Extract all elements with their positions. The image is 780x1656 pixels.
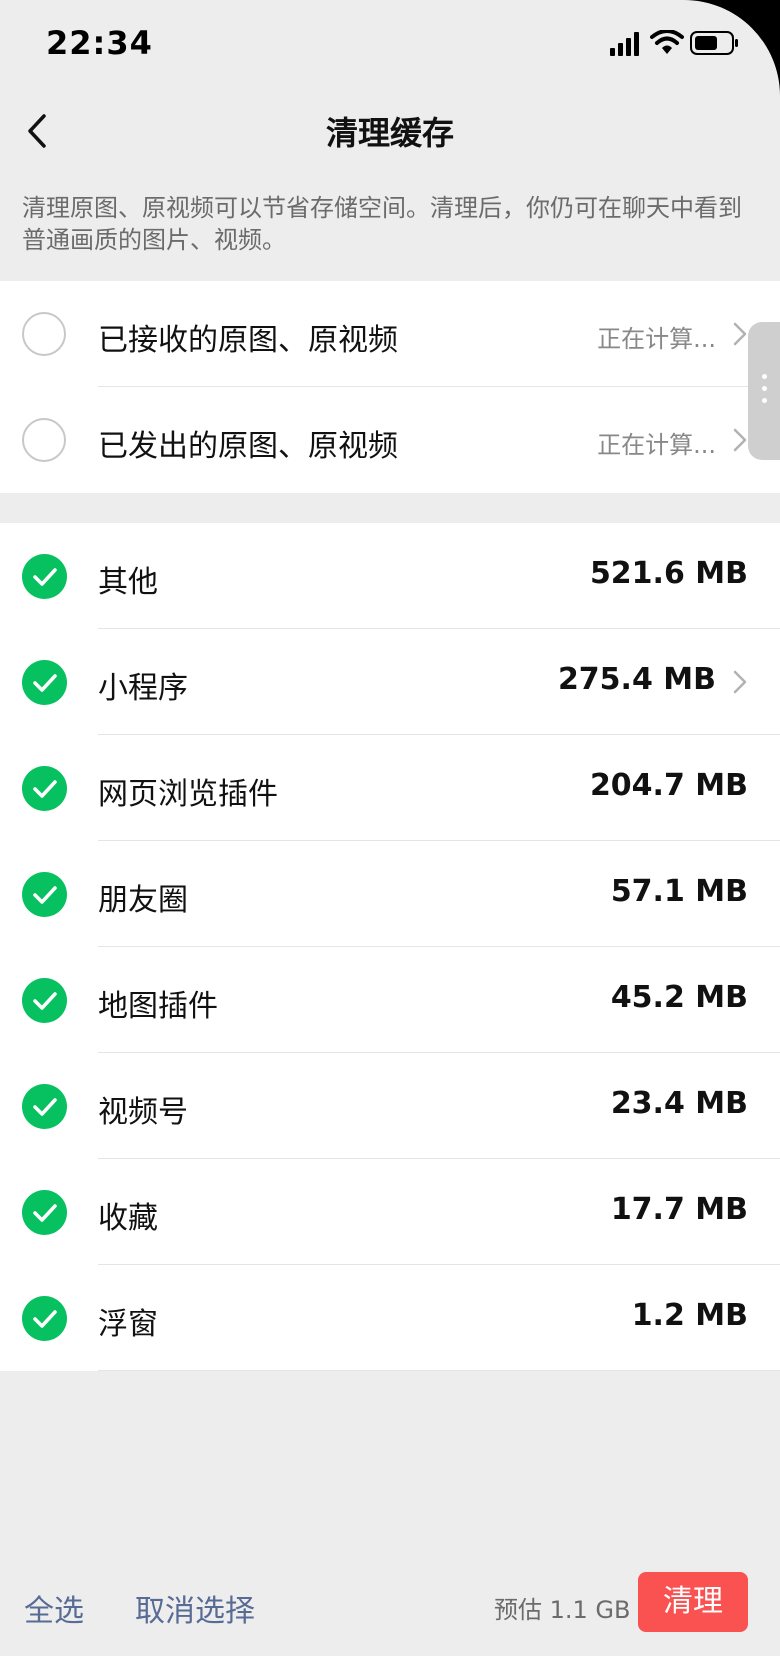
select-all-button[interactable]: 全选 [24, 1586, 84, 1630]
cache-row-channels[interactable]: 视频号 23.4 MB [0, 1053, 780, 1159]
checkbox-checked-icon[interactable] [22, 766, 67, 811]
cache-row-favorites[interactable]: 收藏 17.7 MB [0, 1159, 780, 1265]
row-label: 朋友圈 [98, 883, 188, 918]
cache-row-mini-programs[interactable]: 小程序 275.4 MB [0, 629, 780, 735]
status-icons [610, 30, 750, 60]
row-size: 521.6 MB [589, 556, 748, 591]
status-time: 22:34 [46, 24, 153, 62]
row-status: 正在计算... [597, 325, 716, 353]
row-label: 浮窗 [98, 1307, 158, 1342]
row-status: 正在计算... [597, 431, 716, 459]
checkbox-checked-icon[interactable] [22, 1296, 67, 1341]
checkbox-checked-icon[interactable] [22, 554, 67, 599]
checkbox-checked-icon[interactable] [22, 1190, 67, 1235]
cache-items-group: 其他 521.6 MB 小程序 275.4 MB 网页浏览插件 204.7 MB [0, 523, 780, 1371]
handle-dot [762, 386, 767, 391]
floating-side-handle[interactable] [748, 322, 780, 460]
handle-dot [762, 374, 767, 379]
chevron-right-icon [733, 428, 747, 452]
row-size: 1.2 MB [631, 1298, 748, 1333]
cache-row-other[interactable]: 其他 521.6 MB [0, 523, 780, 629]
row-size: 275.4 MB [557, 662, 716, 697]
checkbox-checked-icon[interactable] [22, 872, 67, 917]
row-label: 地图插件 [98, 989, 218, 1024]
radio-unchecked-icon[interactable] [22, 312, 66, 356]
description-text: 清理原图、原视频可以节省存储空间。清理后，你仍可在聊天中看到普通画质的图片、视频… [22, 194, 742, 254]
row-size: 57.1 MB [610, 874, 748, 909]
cache-row-map-plugin[interactable]: 地图插件 45.2 MB [0, 947, 780, 1053]
checkbox-checked-icon[interactable] [22, 1084, 67, 1129]
radio-unchecked-icon[interactable] [22, 418, 66, 462]
wifi-icon [650, 30, 684, 54]
row-size: 17.7 MB [610, 1192, 748, 1227]
signal-icon [610, 32, 639, 56]
row-label: 网页浏览插件 [98, 777, 278, 812]
bottom-action-bar: 全选 取消选择 预估 1.1 GB 清理 [0, 1560, 780, 1656]
chevron-right-icon [733, 322, 747, 346]
checkbox-checked-icon[interactable] [22, 660, 67, 705]
cache-row-moments[interactable]: 朋友圈 57.1 MB [0, 841, 780, 947]
screen: 22:34 清理缓存 清理原图、原视频可以节省存储空间。清理后，你仍可在聊天中看… [0, 0, 780, 1656]
original-media-group: 已接收的原图、原视频 正在计算... 已发出的原图、原视频 正在计算... [0, 281, 780, 493]
row-size: 23.4 MB [610, 1086, 748, 1121]
page-title: 清理缓存 [325, 114, 454, 152]
estimate-size: 预估 1.1 GB [494, 1596, 631, 1624]
row-label: 视频号 [98, 1095, 188, 1130]
row-label: 其他 [98, 565, 158, 600]
row-label: 小程序 [98, 671, 188, 706]
cache-row-floating-window[interactable]: 浮窗 1.2 MB [0, 1265, 780, 1371]
status-bar: 22:34 [0, 0, 780, 90]
clean-button[interactable]: 清理 [638, 1572, 748, 1632]
row-label: 已接收的原图、原视频 [98, 323, 398, 358]
nav-bar: 清理缓存 [0, 90, 780, 170]
original-media-row-received[interactable]: 已接收的原图、原视频 正在计算... [0, 281, 780, 387]
cache-row-web-plugin[interactable]: 网页浏览插件 204.7 MB [0, 735, 780, 841]
row-size: 45.2 MB [610, 980, 748, 1015]
row-divider [98, 1370, 780, 1371]
deselect-button[interactable]: 取消选择 [135, 1586, 255, 1630]
checkbox-checked-icon[interactable] [22, 978, 67, 1023]
row-label: 收藏 [98, 1201, 158, 1236]
row-label: 已发出的原图、原视频 [98, 429, 398, 464]
original-media-row-sent[interactable]: 已发出的原图、原视频 正在计算... [0, 387, 780, 493]
chevron-right-icon [733, 670, 747, 694]
battery-icon [690, 31, 738, 55]
handle-dot [762, 398, 767, 403]
row-size: 204.7 MB [589, 768, 748, 803]
